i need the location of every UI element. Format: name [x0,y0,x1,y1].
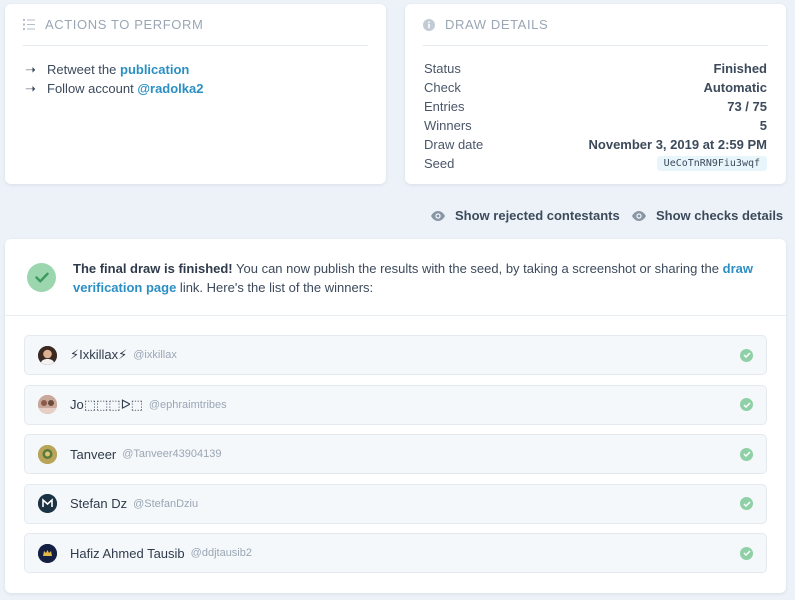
actions-title: Actions to perform [45,17,204,32]
winner-handle: @StefanDziu [133,497,199,510]
eye-icon [431,210,445,221]
toggle-checks-label: Show checks details [656,208,784,223]
details-header: Draw details [423,4,768,46]
verified-check-icon [740,447,753,461]
detail-label: Entries [424,99,465,114]
detail-label: Draw date [424,137,484,152]
detail-row-status: Status Finished [424,59,767,78]
show-checks-details-button[interactable]: Show checks details [632,208,783,223]
arrow-right-icon: ➝ [25,62,36,77]
banner-tail: link. Here's the list of the winners: [176,280,374,295]
actions-header: Actions to perform [23,4,368,46]
avatar [38,345,57,365]
detail-label: Winners [424,118,472,133]
verified-check-icon [740,348,753,362]
verified-check-icon [740,398,753,411]
winner-name: Tanveer [70,446,117,462]
avatar [38,444,57,464]
winner-handle: @ixkillax [133,349,177,361]
action-item-retweet: ➝ Retweet the publication [25,60,366,79]
details-title: Draw details [445,17,549,32]
detail-row-winners: Winners 5 [424,116,767,135]
action-list: ➝ Retweet the publication ➝ Follow accou… [5,46,386,112]
detail-value: November 3, 2019 at 2:59 PM [588,137,767,152]
banner-body: You can now publish the results with the… [232,261,723,276]
winner-handle: @ephraimtribes [148,398,227,411]
detail-value: Finished [713,61,767,76]
winner-row: Jo⬚⬚⬚ᐅ⬚ @ephraimtribes [24,384,767,425]
winner-name: Jo⬚⬚⬚ᐅ⬚ [70,396,143,412]
avatar [38,543,57,563]
detail-value: 5 [759,118,767,133]
details-list: Status Finished Check Automatic Entries … [405,46,786,173]
detail-value: Automatic [703,80,767,95]
winner-name: ⚡Ixkillax⚡ [70,347,128,362]
toggle-rejected-label: Show rejected contestants [455,208,620,223]
winner-row: Stefan Dz @StefanDziu [24,483,767,524]
winners-list: ⚡Ixkillax⚡ @ixkillax Jo⬚⬚⬚ᐅ⬚ @ephraimtri… [5,316,786,573]
detail-label: Check [424,80,461,95]
account-link[interactable]: @radolka2 [137,79,203,98]
actions-card: Actions to perform ➝ Retweet the publica… [5,4,386,184]
action-follow-text: Follow account [47,81,138,96]
seed-value: UeCoTnRN9Fiu3wqf [656,156,767,171]
checklist-icon [23,19,35,31]
arrow-right-icon: ➝ [25,81,36,96]
winner-name: Hafiz Ahmed Tausib [70,545,185,561]
banner-text: The final draw is finished! You can now … [73,259,762,297]
detail-row-entries: Entries 73 / 75 [424,97,767,116]
winners-card: The final draw is finished! You can now … [5,239,786,593]
winner-row: ⚡Ixkillax⚡ @ixkillax [24,335,767,375]
winner-handle: @ddjtausib2 [190,547,252,559]
detail-row-seed: Seed UeCoTnRN9Fiu3wqf [424,154,767,173]
eye-icon [632,210,646,221]
detail-label: Seed [424,156,455,171]
verified-check-icon [740,497,753,510]
publication-link[interactable]: publication [120,60,189,79]
winner-row: Tanveer @Tanveer43904139 [24,434,767,474]
detail-label: Status [424,61,461,76]
action-item-follow: ➝ Follow account @radolka2 [25,79,366,98]
draw-finished-banner: The final draw is finished! You can now … [5,239,786,316]
banner-headline: The final draw is finished! [73,261,233,276]
detail-value: 73 / 75 [727,99,767,114]
detail-row-draw-date: Draw date November 3, 2019 at 2:59 PM [424,135,767,154]
action-retweet-text: Retweet the [47,62,120,77]
info-icon [423,18,435,31]
winner-row: Hafiz Ahmed Tausib @ddjtausib2 [24,533,767,573]
avatar [38,395,57,414]
avatar [38,494,57,513]
verified-check-icon [740,546,753,560]
winner-handle: @Tanveer43904139 [122,448,222,460]
draw-details-card: Draw details Status Finished Check Autom… [405,4,786,184]
detail-row-check: Check Automatic [424,78,767,97]
show-rejected-contestants-button[interactable]: Show rejected contestants [431,208,620,223]
check-circle-icon [27,263,56,292]
winner-name: Stefan Dz [70,496,128,511]
